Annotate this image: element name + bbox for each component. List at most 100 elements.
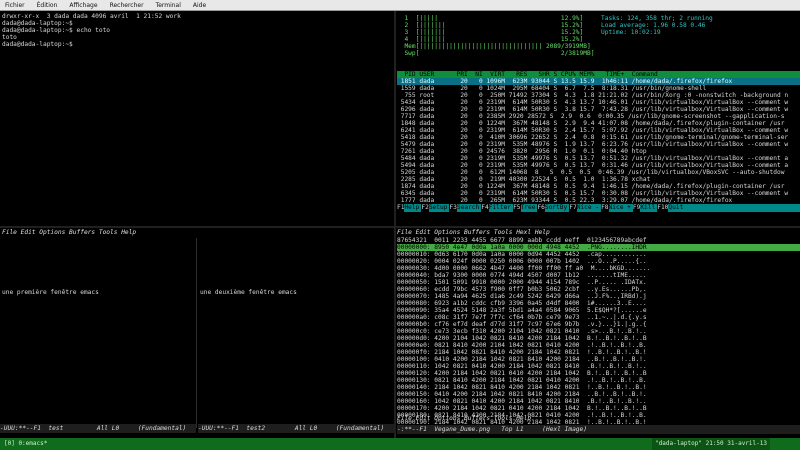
hexl-row[interactable]: 00000110: 1042 0821 0410 4200 2184 1042 … (397, 363, 800, 370)
emacs-modeline-1[interactable]: -UUU:**--F1 test All L0 (Fundamental) (0, 424, 196, 433)
hexl-row[interactable]: 00000160: 1042 0821 0410 4200 2184 1042 … (397, 398, 800, 405)
shell-pane[interactable]: drwxr-xr-x 3 dada dada 4096 avril 1 21:5… (2, 13, 392, 225)
hexl-row[interactable]: 00000070: 1485 4a94 4625 d1a6 2c49 5242 … (397, 293, 800, 300)
fkey-action-button[interactable]: Nice - (577, 204, 601, 212)
hexl-row[interactable]: 00000010: 0d63 6170 0d0a 1a0a 0000 0d94 … (397, 251, 800, 258)
fkey-label: F4 (481, 204, 489, 212)
fkey-label: F2 (421, 204, 429, 212)
hexl-dump: 00000000: 8950 4e47 0d0a 1a0a 0000 000d … (397, 244, 800, 433)
fkey-action-button[interactable]: SortBy (545, 204, 569, 212)
hexl-row[interactable]: 000000c0: ce73 3ecb f310 4200 2104 1042 … (397, 328, 800, 335)
hexl-row[interactable]: 000000e0: 0821 8410 4200 2104 1042 0821 … (397, 342, 800, 349)
cpu-meter: 2 [||||||| 15.2%] (397, 22, 584, 29)
menu-affichage[interactable]: Affichage (67, 0, 99, 10)
fkey-action-button[interactable]: Filter (489, 204, 513, 212)
hexl-row[interactable]: 00000000: 8950 4e47 0d0a 1a0a 0000 000d … (397, 244, 800, 251)
htop-process-row[interactable]: 1559 dada 20 0 1024M 295M 68404 S 6.7 7.… (397, 85, 800, 92)
swap-meter: Swp[ 2/3819MB] (397, 50, 595, 57)
hexl-row[interactable]: 00000120: 4200 2184 1042 0821 0410 4200 … (397, 370, 800, 377)
htop-selected-row[interactable]: 1851 dada 20 0 1096M 623M 93044 S 13.5 1… (397, 78, 800, 85)
menu-rechercher[interactable]: Rechercher (108, 0, 146, 10)
emacs-modeline-2[interactable]: -UUU:**--F1 test2 All L0 (Fundamental) (198, 424, 394, 433)
menu-fichier[interactable]: Fichier (3, 0, 27, 10)
htop-process-row[interactable]: 1777 dada 20 0 265M 623M 93344 S 0.5 22.… (397, 197, 800, 204)
emacs-window-divider[interactable] (196, 238, 197, 428)
cpu-meter: 1 [||||| 12.9%] (397, 15, 584, 22)
htop-process-list: 1559 dada 20 0 1024M 295M 68404 S 6.7 7.… (397, 85, 800, 204)
hexl-row[interactable]: 00000030: 4d00 0000 0662 4b47 4400 ff00 … (397, 265, 800, 272)
emacs-menubar[interactable]: File Edit Options Buffers Tools Help (0, 229, 394, 237)
fkey-action-button[interactable]: Nice + (609, 204, 633, 212)
fkey-label: F8 (601, 204, 609, 212)
emacs-hexl-modeline[interactable]: -:**--F1 Vegane_Dume.png Top L1 (Hexl Im… (397, 425, 800, 434)
tmux-status-bar: [0] 0:emacs* "dada-laptop" 21:50 31-avri… (0, 438, 800, 450)
hexl-row[interactable]: 000000a0: c08c 31f7 7e7f 7f7c cf64 0b7b … (397, 314, 800, 321)
htop-process-row[interactable]: 7261 dada 20 0 24576 3820 2956 R 1.0 0.1… (397, 148, 800, 155)
shell-line: drwxr-xr-x 3 dada dada 4096 avril 1 21:5… (2, 13, 181, 20)
htop-process-row[interactable]: 5205 dada 20 0 612M 14068 8 S 0.5 0.5 0:… (397, 169, 800, 176)
htop-process-row[interactable]: 1874 dada 20 0 1224M 367M 48148 S 0.5 9.… (397, 183, 800, 190)
menu-aide[interactable]: Aide (191, 0, 208, 10)
fkey-action-button[interactable]: Kill (640, 204, 657, 212)
tmux-host-clock: "dada-laptop" 21:50 31-avril-13 (652, 438, 770, 450)
hexl-row[interactable]: 00000170: 4200 2184 1042 0821 0410 4200 … (397, 405, 800, 412)
shell-line: dada@dada-laptop:~$ (2, 41, 77, 48)
htop-stats: Tasks: 124, 358 thr; 2 running Load aver… (601, 15, 713, 36)
htop-process-row[interactable]: 6345 dada 20 0 2319M 614M 50R30 S 0.5 15… (397, 190, 800, 197)
emacs-window-2[interactable]: une deuxième fenêtre emacs (200, 289, 390, 296)
fkey-action-button[interactable]: Quit (668, 204, 685, 212)
shell-line: toto (2, 34, 17, 41)
emacs-left-pane[interactable]: File Edit Options Buffers Tools Help une… (0, 229, 394, 437)
hexl-row[interactable]: 00000040: bda7 9300 0000 0774 494d 4507 … (397, 272, 800, 279)
hexl-row[interactable]: 00000090: 35a4 4524 5148 2a3f 5bd1 a4a4 … (397, 307, 800, 314)
uptime-stat: Uptime: 10:02:19 (601, 29, 661, 36)
htop-pane[interactable]: 1 [||||| 12.9%] 2 [||||||| 15.2%] 3 [|||… (397, 13, 800, 225)
buffer-text: une deuxième fenêtre emacs (200, 289, 297, 296)
fkey-label: F1 (397, 204, 405, 212)
htop-process-row[interactable]: 6296 dada 20 0 2319M 614M 50R30 S 3.8 15… (397, 106, 800, 113)
fkey-label: F3 (449, 204, 457, 212)
htop-process-row[interactable]: 5479 dada 20 0 2319M 535M 48976 S 1.9 13… (397, 141, 800, 148)
hexl-row[interactable]: 000000d0: 4200 2104 1042 0821 8410 4200 … (397, 335, 800, 342)
htop-process-row[interactable]: 5484 dada 20 0 2319M 535M 49976 S 0.5 13… (397, 155, 800, 162)
hexl-row[interactable]: 00000100: 0410 4200 2184 1042 0821 8410 … (397, 356, 800, 363)
htop-process-row[interactable]: 7717 dada 20 0 2385M 2920 28572 S 2.9 0.… (397, 113, 800, 120)
cpu-meter: 3 [||||||| 15.2%] (397, 29, 584, 36)
hexl-header: 87654321 0011 2233 4455 6677 8899 aabb c… (397, 237, 647, 244)
fkey-action-button[interactable]: Tree (521, 204, 538, 212)
htop-column-header[interactable]: PID USER PRI NI VIRT RES SHR S CPU% MEM%… (397, 71, 800, 78)
hexl-row[interactable]: 00000140: 2184 1042 0821 8410 4200 2184 … (397, 384, 800, 391)
htop-process-row[interactable]: 5494 dada 20 0 2319M 535M 49976 S 0.5 13… (397, 162, 800, 169)
hexl-row[interactable]: 00000130: 0821 8410 4200 2184 1042 0821 … (397, 377, 800, 384)
hexl-row[interactable]: 00000020: 0004 024f 0000 0250 0006 0000 … (397, 258, 800, 265)
htop-process-row[interactable]: 755 root 20 0 250M 71492 37304 S 4.3 1.8… (397, 92, 800, 99)
hexl-row[interactable]: 00000150: 0410 4200 2184 1042 0821 8410 … (397, 391, 800, 398)
menu-terminal[interactable]: Terminal (154, 0, 183, 10)
htop-process-row[interactable]: 5418 dada 20 0 410M 30696 22652 S 2.4 0.… (397, 134, 800, 141)
emacs-hexl-pane[interactable]: File Edit Options Buffers Tools Hexl Hel… (397, 229, 800, 437)
tmux-window-list[interactable]: [0] 0:emacs* (4, 438, 47, 450)
htop-process-row[interactable]: 2285 dada 20 0 219M 40300 22524 S 0.5 1.… (397, 176, 800, 183)
horizontal-divider-left[interactable] (0, 226, 394, 228)
mem-meter: Mem[||||||||||||||||||||||||||||||||| 20… (397, 43, 591, 50)
htop-process-row[interactable]: 1848 dada 20 0 1224M 367M 48148 S 2.9 9.… (397, 120, 800, 127)
hexl-row[interactable]: 00000050: 1501 5091 9910 0000 2000 4944 … (397, 279, 800, 286)
fkey-action-button[interactable]: Search (457, 204, 481, 212)
hexl-row[interactable]: 000000f0: 2184 1042 0821 8410 4200 2184 … (397, 349, 800, 356)
emacs-hexl-bottom-menubar[interactable]: File Edit Options Buffers Tools Help (397, 415, 531, 423)
hexl-row[interactable]: 00000060: ecdd 79bc 4573 f900 0ff7 b0b3 … (397, 286, 800, 293)
buffer-text: une première fenêtre emacs (2, 289, 99, 296)
menu-edition[interactable]: Édition (35, 0, 60, 10)
emacs-hexl-menubar[interactable]: File Edit Options Buffers Tools Hexl Hel… (397, 229, 800, 237)
tasks-stat: Tasks: 124, 358 thr; 2 running (601, 15, 713, 22)
hexl-row[interactable]: 00000080: 6923 a1b2 cddc cfb9 3396 0a45 … (397, 300, 800, 307)
fkey-action-button[interactable]: Setup (429, 204, 450, 212)
fkey-action-button[interactable]: Help (404, 204, 421, 212)
shell-line: dada@dada-laptop:~$ (2, 20, 73, 27)
hexl-row[interactable]: 000000b0: cf76 ef7d deaf d77d 31f7 7c97 … (397, 321, 800, 328)
htop-process-row[interactable]: 5434 dada 20 0 2319M 614M 50R30 S 4.3 13… (397, 99, 800, 106)
vertical-divider[interactable] (394, 11, 396, 438)
htop-process-row[interactable]: 6241 dada 20 0 2319M 614M 50R30 S 2.4 15… (397, 127, 800, 134)
horizontal-divider-right[interactable] (396, 226, 800, 228)
emacs-window-1[interactable]: une première fenêtre emacs (2, 289, 194, 296)
